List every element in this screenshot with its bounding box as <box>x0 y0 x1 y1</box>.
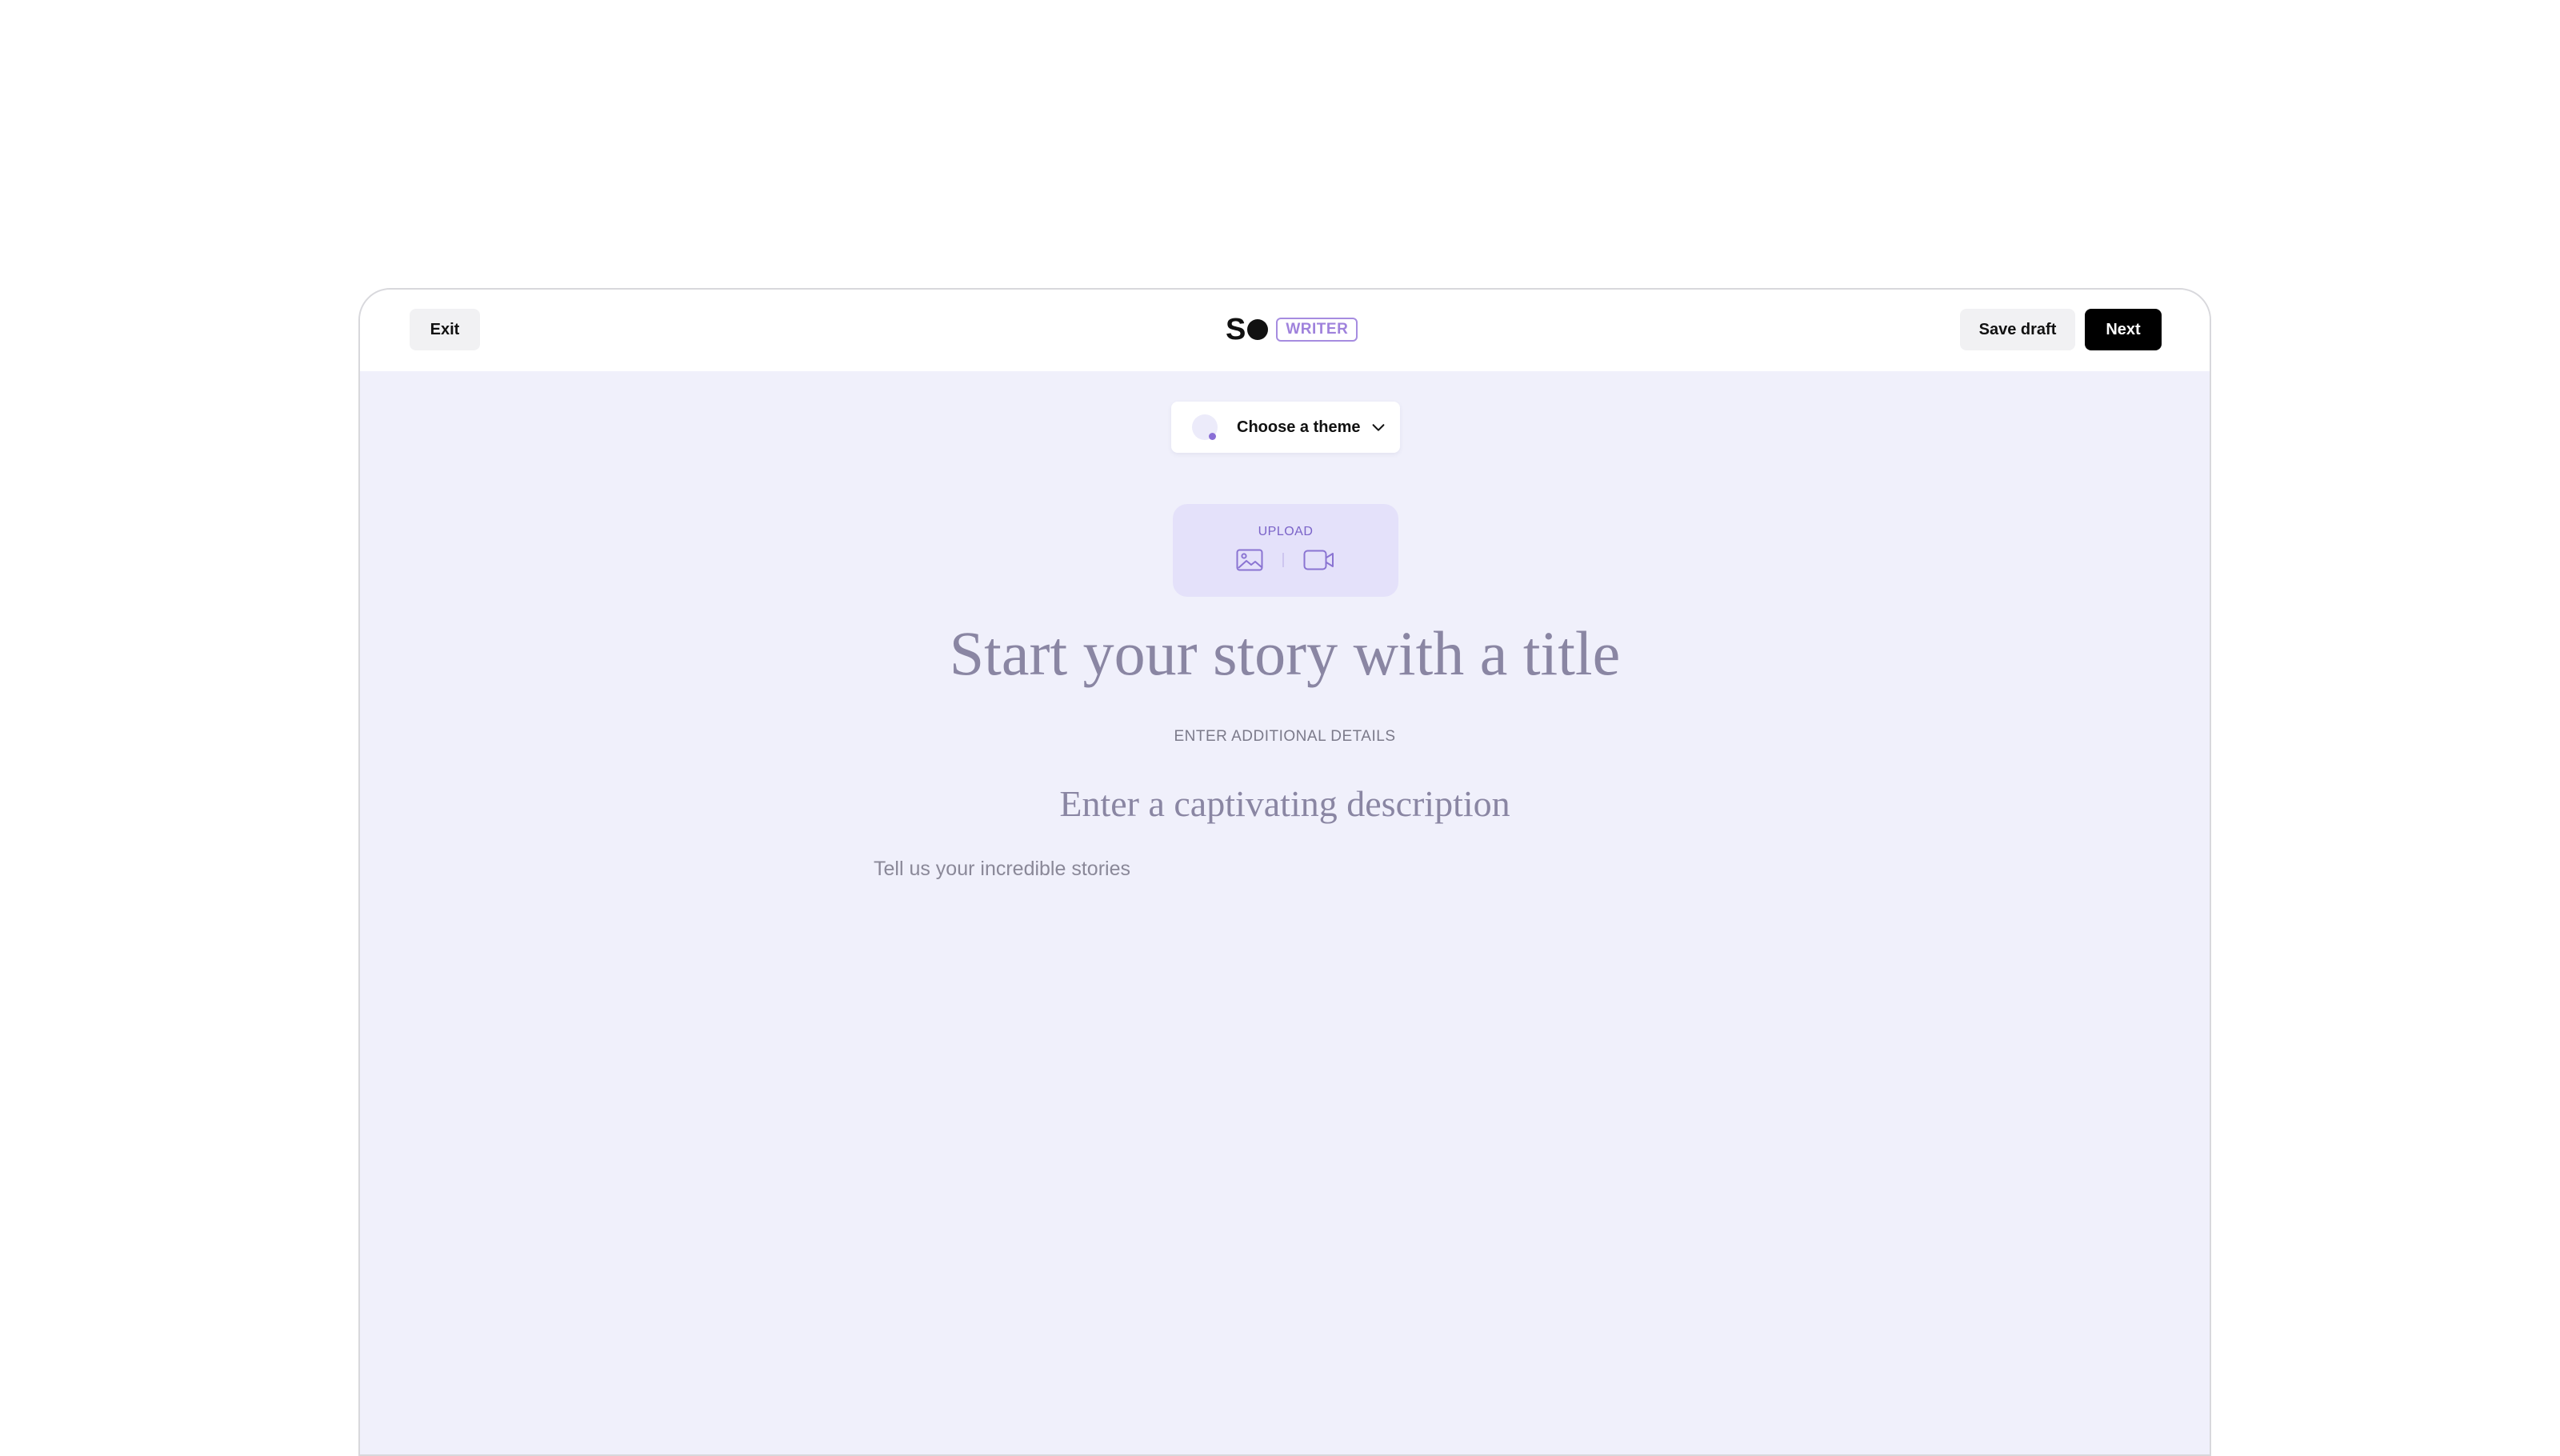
description-input[interactable]: Enter a captivating description <box>360 782 2210 825</box>
exit-button[interactable]: Exit <box>410 309 480 350</box>
logo: S WRITER <box>1226 314 1358 346</box>
logo-dot <box>1247 319 1269 340</box>
upload-divider <box>1282 553 1284 567</box>
next-button[interactable]: Next <box>2085 309 2162 350</box>
upload-label: UPLOAD <box>1258 525 1314 538</box>
logo-letter: S <box>1226 313 1246 346</box>
story-body-input[interactable]: Tell us your incredible stories <box>874 858 1130 881</box>
image-icon[interactable] <box>1236 549 1263 571</box>
writer-badge: WRITER <box>1276 318 1358 342</box>
top-bar: Exit S WRITER Save draft Next <box>360 290 2210 371</box>
story-title-input[interactable]: Start your story with a title <box>360 618 2210 690</box>
upload-icons <box>1173 549 1398 571</box>
upload-media-area[interactable]: UPLOAD <box>1173 504 1398 597</box>
theme-swatch-icon <box>1192 414 1218 440</box>
additional-details-label: ENTER ADDITIONAL DETAILS <box>1174 728 1396 745</box>
editor-window: Exit S WRITER Save draft Next Choose a t… <box>358 288 2211 1456</box>
save-draft-button[interactable]: Save draft <box>1960 309 2075 350</box>
theme-dropdown[interactable]: Choose a theme <box>1171 402 1400 453</box>
video-icon[interactable] <box>1303 550 1335 570</box>
theme-dropdown-label: Choose a theme <box>1237 418 1361 436</box>
chevron-down-icon <box>1373 424 1385 431</box>
